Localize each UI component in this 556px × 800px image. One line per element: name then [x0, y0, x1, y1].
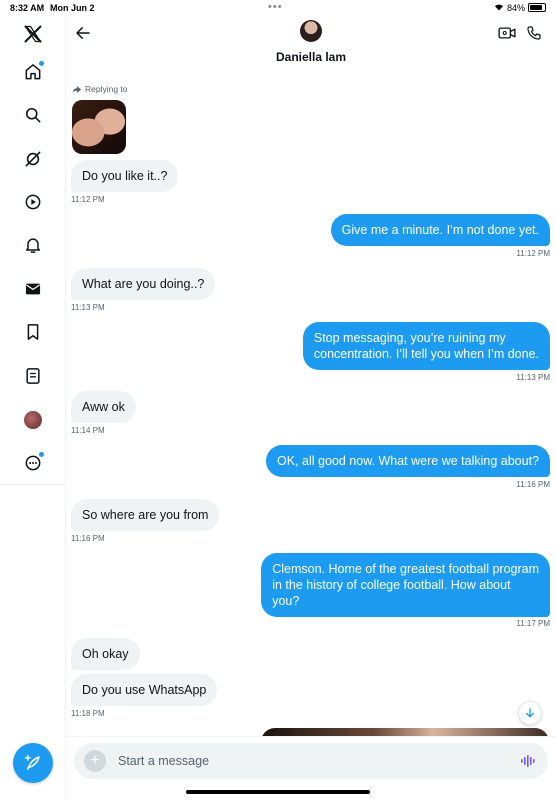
- message-timestamp: 11:16 PM: [71, 534, 105, 543]
- message-timestamp: 11:12 PM: [516, 249, 550, 258]
- replying-to-text: Replying to: [85, 84, 128, 94]
- message-bubble[interactable]: Oh okay: [71, 638, 140, 670]
- home-indicator[interactable]: [186, 790, 370, 794]
- search-icon: [25, 107, 41, 123]
- message-bubble[interactable]: So where are you from: [71, 499, 220, 531]
- x-logo-icon[interactable]: [21, 22, 45, 46]
- message-input[interactable]: [118, 751, 498, 771]
- image-message-preview[interactable]: [261, 728, 549, 736]
- replied-image-thumbnail[interactable]: [72, 100, 126, 154]
- battery-percent: 84%: [507, 3, 526, 13]
- reply-arrow-icon: [72, 85, 82, 93]
- sidebar-item-messages[interactable]: [21, 277, 45, 301]
- message-bubble[interactable]: Do you use WhatsApp: [71, 674, 218, 706]
- sidebar-item-grok[interactable]: [21, 147, 45, 171]
- conversation-header: Daniella lam: [66, 16, 556, 68]
- home-notification-dot: [38, 60, 45, 67]
- more-notification-dot: [38, 451, 45, 458]
- sidebar-divider: [0, 484, 66, 485]
- message-timestamp: 11:16 PM: [516, 480, 550, 489]
- envelope-icon: [25, 283, 41, 295]
- add-media-button[interactable]: +: [84, 750, 106, 772]
- sidebar-item-home[interactable]: [21, 60, 45, 84]
- sidebar-item-explore[interactable]: [21, 103, 45, 127]
- contact-name[interactable]: Daniella lam: [66, 50, 556, 64]
- message-bubble[interactable]: What are you doing..?: [71, 268, 216, 300]
- sidebar-item-more[interactable]: [21, 451, 45, 475]
- sidebar-item-bookmarks[interactable]: [21, 320, 45, 344]
- play-icon: [25, 194, 41, 210]
- bell-icon: [26, 238, 40, 253]
- plus-icon: +: [90, 752, 100, 769]
- contact-avatar[interactable]: [300, 20, 322, 42]
- message-composer: +: [74, 743, 548, 779]
- message-bubble[interactable]: OK, all good now. What were we talking a…: [266, 445, 550, 477]
- message-timestamp: 11:14 PM: [71, 426, 105, 435]
- message-bubble[interactable]: Do you like it..?: [71, 160, 179, 192]
- back-arrow-icon[interactable]: [74, 24, 92, 42]
- wifi-icon: [495, 4, 503, 11]
- phone-call-icon[interactable]: [526, 25, 542, 41]
- sidebar-item-video[interactable]: [21, 190, 45, 214]
- battery-icon: [528, 3, 546, 12]
- sidebar-item-profile-avatar[interactable]: [24, 411, 42, 429]
- voice-message-icon[interactable]: [520, 753, 536, 769]
- status-time: 8:32 AM: [10, 3, 45, 13]
- bookmark-icon: [27, 324, 39, 340]
- compose-post-button[interactable]: [13, 743, 53, 783]
- message-timestamp: 11:13 PM: [71, 303, 105, 312]
- multitask-dots-icon[interactable]: •••: [268, 1, 283, 13]
- message-timestamp: 11:18 PM: [71, 709, 105, 718]
- message-timestamp: 11:12 PM: [71, 195, 105, 204]
- compose-icon: [24, 754, 40, 770]
- sidebar-item-lists[interactable]: [21, 364, 45, 388]
- message-bubble[interactable]: Give me a minute. I’m not done yet.: [330, 214, 550, 246]
- status-bar: 8:32 AM Mon Jun 2 ••• 84%: [0, 0, 556, 16]
- scroll-to-bottom-button[interactable]: [518, 701, 542, 725]
- video-call-icon[interactable]: [498, 26, 516, 40]
- message-timestamp: 11:13 PM: [516, 373, 550, 382]
- message-bubble[interactable]: Clemson. Home of the greatest football p…: [261, 553, 550, 617]
- replying-to-label: Replying to: [72, 84, 128, 94]
- sidebar: [0, 16, 66, 800]
- list-icon: [26, 368, 40, 384]
- status-date: Mon Jun 2: [50, 3, 95, 13]
- arrow-down-icon: [526, 708, 534, 718]
- message-timestamp: 11:17 PM: [516, 619, 550, 628]
- message-bubble[interactable]: Stop messaging, you’re ruining my concen…: [302, 322, 550, 370]
- grok-icon: [25, 151, 41, 167]
- message-bubble[interactable]: Aww ok: [71, 391, 136, 423]
- message-list[interactable]: Replying to Do you like it..? 11:12 PM G…: [66, 52, 556, 736]
- sidebar-item-notifications[interactable]: [21, 233, 45, 257]
